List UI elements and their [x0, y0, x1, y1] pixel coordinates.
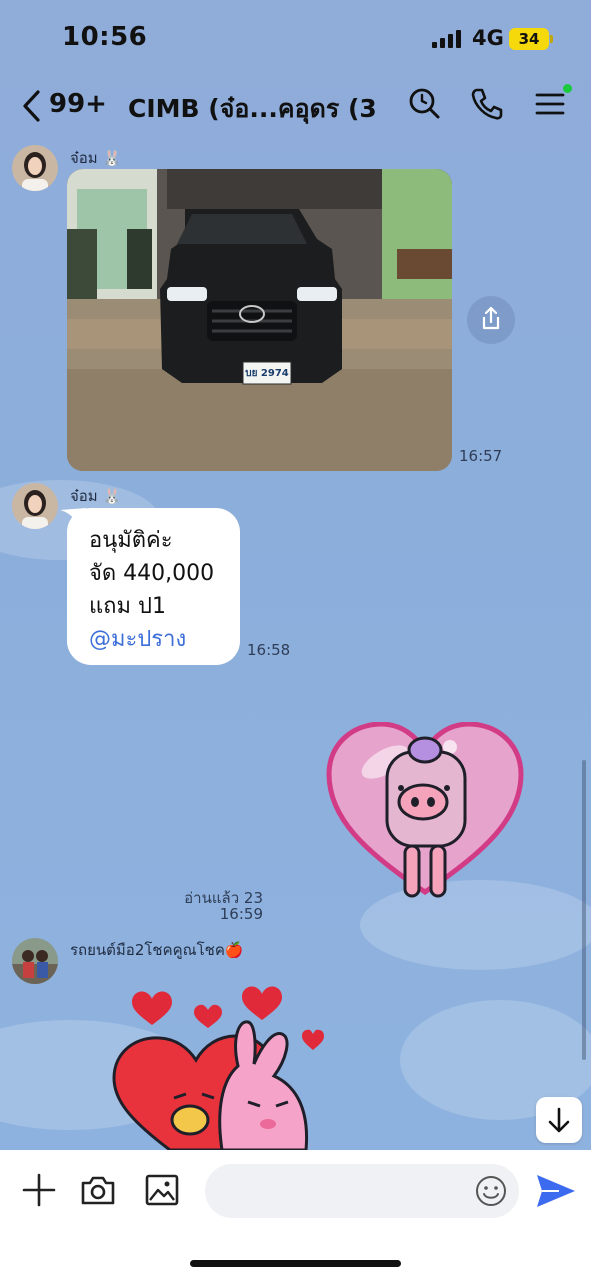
- mention-link[interactable]: @มะปราง: [89, 623, 240, 656]
- avatar[interactable]: [12, 938, 58, 984]
- battery-tip: [550, 35, 553, 43]
- message-time: 16:58: [247, 641, 291, 659]
- hearts-sticker[interactable]: [110, 980, 340, 1150]
- battery-icon: 34: [509, 28, 549, 50]
- message-photo[interactable]: บย 2974: [67, 169, 452, 471]
- plus-icon[interactable]: [19, 1170, 59, 1210]
- network-type: 4G: [472, 26, 504, 50]
- share-icon: [482, 306, 500, 330]
- message-bubble[interactable]: อนุมัติค่ะ จัด 440,000 แถม ป1 @มะปราง: [67, 508, 240, 665]
- scroll-to-bottom-button[interactable]: [536, 1097, 582, 1143]
- arrow-down-icon: [548, 1107, 570, 1133]
- avatar[interactable]: [12, 145, 58, 191]
- sender-name: จ๋อม 🐰: [70, 149, 122, 167]
- message-time: 16:57: [459, 447, 503, 465]
- search-icon[interactable]: [406, 86, 442, 122]
- sender-name: จ๋อม 🐰: [70, 487, 122, 505]
- message-text-line: แถม ป1: [89, 594, 166, 619]
- notification-dot: [563, 84, 572, 93]
- message-text-line: อนุมัติค่ะ: [89, 528, 173, 553]
- status-time: 10:56: [62, 22, 148, 52]
- emoji-icon[interactable]: [474, 1174, 508, 1208]
- phone-icon[interactable]: [469, 86, 505, 122]
- heart-bubble-sticker[interactable]: [325, 722, 525, 904]
- share-button[interactable]: [467, 296, 515, 344]
- home-indicator[interactable]: [190, 1260, 401, 1267]
- unread-count[interactable]: 99+: [49, 89, 107, 119]
- send-icon[interactable]: [535, 1172, 577, 1210]
- chat-screen: 10:56 4G 34 99+ CIMB (จ๋อ...คอุดร (33) จ…: [0, 0, 591, 1280]
- chat-header: 99+ CIMB (จ๋อ...คอุดร (33): [0, 76, 591, 136]
- message-input[interactable]: [205, 1164, 519, 1218]
- menu-icon[interactable]: [532, 86, 568, 122]
- signal-icon: [432, 30, 464, 48]
- message-time: 16:59: [219, 905, 263, 923]
- avatar[interactable]: [12, 483, 58, 529]
- status-bar: 10:56 4G 34: [0, 0, 591, 72]
- camera-icon[interactable]: [78, 1170, 118, 1210]
- message-input-bar: [0, 1150, 591, 1280]
- license-plate-text: บย 2974: [245, 368, 289, 379]
- chevron-left-icon[interactable]: [20, 88, 44, 124]
- message-text-line: จัด 440,000: [89, 561, 215, 586]
- chat-title[interactable]: CIMB (จ๋อ...คอุดร (33): [128, 89, 378, 129]
- scrollbar[interactable]: [582, 760, 586, 1060]
- sender-name: รถยนต์มือ2โชคคูณโชค🍎: [70, 941, 244, 959]
- image-icon[interactable]: [142, 1170, 182, 1210]
